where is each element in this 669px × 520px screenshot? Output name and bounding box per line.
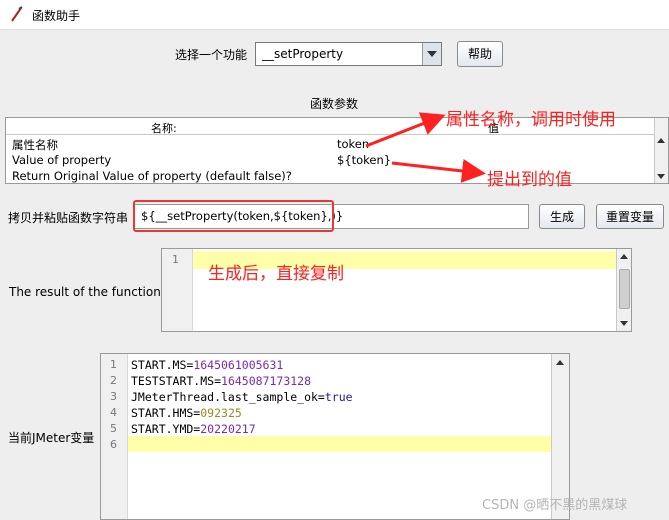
param-name: Return Original Value of property (defau… [12, 169, 292, 183]
params-scrollbar[interactable] [654, 118, 668, 183]
var-value: 20220217 [200, 422, 256, 436]
var-key: START.YMD= [131, 422, 201, 436]
jmeter-vars-label: 当前JMeter变量 [8, 431, 95, 445]
function-select[interactable]: __setProperty [255, 42, 442, 66]
annotation-extracted-value: 提出到的值 [487, 170, 572, 190]
param-name: Value of property [12, 153, 112, 167]
help-button[interactable]: 帮助 [457, 41, 503, 67]
annotation-property-name: 属性名称，调用时使用 [446, 110, 616, 130]
line-number: 6 [110, 438, 117, 451]
header-divider [6, 134, 656, 135]
param-name: 属性名称 [12, 138, 58, 152]
params-heading: 函数参数 [310, 97, 359, 111]
function-select-label: 选择一个功能 [175, 48, 248, 62]
code-line: TESTSTART.MS=1645087173128 [131, 374, 311, 388]
var-key: START.HMS= [131, 406, 201, 420]
param-value[interactable]: ${token} [337, 153, 391, 167]
scroll-up-icon[interactable] [556, 360, 564, 365]
scroll-down-icon[interactable] [620, 321, 628, 326]
result-scrollbar[interactable] [616, 249, 631, 331]
line-number: 3 [110, 390, 117, 403]
feather-pen-icon [10, 6, 24, 22]
table-row[interactable]: 属性名称 token [6, 136, 656, 152]
dropdown-button[interactable] [422, 43, 441, 65]
line-number: 5 [110, 422, 117, 435]
line-gutter: 1 [162, 249, 193, 331]
code-line: JMeterThread.last_sample_ok=true [131, 390, 353, 404]
var-value: 1645061005631 [193, 358, 284, 372]
code-line: START.YMD=20220217 [131, 422, 256, 436]
chevron-down-icon [427, 51, 437, 57]
window-title: 函数助手 [32, 9, 81, 23]
var-key: TESTSTART.MS= [131, 374, 222, 388]
code-line: START.MS=1645061005631 [131, 358, 283, 372]
var-value: 1645087173128 [221, 374, 312, 388]
code-line: START.HMS=092325 [131, 406, 242, 420]
current-line-highlight [128, 436, 553, 452]
title-bar: 函数助手 [0, 0, 669, 30]
annotation-highlight-box [133, 200, 334, 232]
scroll-up-icon[interactable] [657, 138, 665, 143]
scroll-up-icon[interactable] [620, 254, 628, 259]
watermark: CSDN @晒不黑的黑煤球 [482, 498, 628, 513]
scroll-thumb[interactable] [619, 269, 630, 309]
line-gutter: 1 2 3 4 5 6 [101, 354, 128, 519]
var-value: 092325 [200, 406, 242, 420]
reset-variables-button[interactable]: 重置变量 [596, 204, 664, 229]
var-value: true [324, 390, 353, 404]
scroll-down-icon[interactable] [657, 174, 665, 179]
copy-string-label: 拷贝并粘贴函数字符串 [8, 211, 129, 225]
line-number: 4 [110, 406, 117, 419]
line-number: 2 [110, 374, 117, 387]
result-label: The result of the function is [9, 285, 175, 299]
generate-button[interactable]: 生成 [539, 204, 585, 229]
line-number: 1 [172, 253, 179, 266]
var-key: START.MS= [131, 358, 194, 372]
function-select-value: __setProperty [262, 47, 344, 61]
var-key: JMeterThread.last_sample_ok= [131, 390, 325, 404]
line-number: 1 [110, 358, 117, 371]
annotation-copy-after: 生成后，直接复制 [208, 264, 344, 284]
param-value[interactable]: token [337, 137, 369, 151]
